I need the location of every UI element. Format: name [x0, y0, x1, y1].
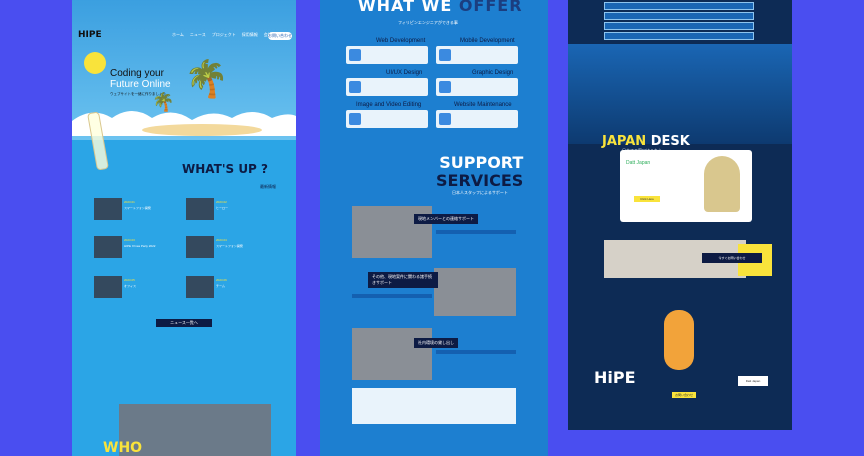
- news-title: チーム: [216, 284, 225, 288]
- service-title: Mobile Development: [460, 38, 515, 44]
- nav-item-recruit[interactable]: 採用情報: [242, 32, 258, 38]
- maintenance-icon: [439, 113, 451, 125]
- clouds: [72, 111, 296, 136]
- support-line2: SERVICES: [436, 171, 524, 190]
- service-card: [436, 46, 518, 64]
- services-panel: WHAT WE OFFER フィリピンエンジニアができる事 Web Develo…: [320, 0, 548, 456]
- nav-item-news[interactable]: ニュース: [190, 32, 206, 38]
- japan-desk-panel: JAPAN DESK 日本での窓口はこちら Datt Japan Click H…: [568, 0, 792, 430]
- japan-prefix: JAPAN: [602, 134, 647, 149]
- offer-highlight: OFFER: [458, 0, 523, 15]
- news-date: 2023.04: [216, 238, 227, 242]
- news-thumbnail: [186, 236, 214, 258]
- news-item[interactable]: 2023.03 HIPE X'mas Party 2022: [94, 236, 179, 264]
- support-label: 現地メンバーとの連絡サポート: [414, 214, 478, 224]
- news-item[interactable]: 2023.01 スマートフォン開発: [94, 198, 179, 226]
- web-icon: [349, 49, 361, 61]
- footer-partner-logo[interactable]: Datt Japan: [738, 376, 768, 386]
- news-thumbnail: [186, 276, 214, 298]
- who-heading: WHO: [103, 440, 143, 456]
- news-title: ヒーロー: [216, 206, 229, 210]
- contact-now-button[interactable]: 今すぐお問い合わせ: [702, 253, 762, 263]
- news-item[interactable]: 2023.05 オフィス: [94, 276, 179, 304]
- news-thumbnail: [186, 198, 214, 220]
- support-description: [436, 230, 516, 234]
- news-item[interactable]: 2023.02 ヒーロー: [186, 198, 271, 226]
- support-subheading: 日本人スタッフによるサポート: [452, 190, 508, 195]
- underwater-scene: [568, 44, 792, 144]
- japan-desk-heading: JAPAN DESK: [602, 134, 690, 149]
- support-photo: [352, 328, 432, 380]
- support-summary: [352, 388, 516, 424]
- support-label: 社内環境の貸し出し: [414, 338, 458, 348]
- hero-title: Coding your Future Online: [110, 68, 171, 90]
- service-card: [436, 110, 518, 128]
- support-line1: SUPPORT: [439, 153, 524, 172]
- sun-icon: [84, 52, 106, 74]
- top-nav: HIPE ホーム ニュース プロジェクト 採用情報 会社概要 お問い合わせ: [72, 30, 296, 42]
- service-title: Web Development: [376, 38, 426, 44]
- faq-item[interactable]: [604, 2, 754, 10]
- design-icon: [349, 81, 361, 93]
- japan-suffix: DESK: [646, 134, 690, 149]
- faq-item[interactable]: [604, 22, 754, 30]
- offer-subheading: フィリピンエンジニアができる事: [398, 20, 458, 25]
- news-item[interactable]: 2023.06 チーム: [186, 276, 271, 304]
- nav-links: ホーム ニュース プロジェクト 採用情報 会社概要: [172, 32, 280, 38]
- faq-item[interactable]: [604, 12, 754, 20]
- news-date: 2023.06: [216, 278, 227, 282]
- hero-title-line1: Coding your: [110, 68, 164, 79]
- news-date: 2023.05: [124, 278, 135, 282]
- nav-item-home[interactable]: ホーム: [172, 32, 184, 38]
- video-icon: [349, 113, 361, 125]
- support-photo: [434, 268, 516, 316]
- service-card: [346, 78, 428, 96]
- news-title: スマートフォン開発: [216, 244, 243, 248]
- news-date: 2023.03: [124, 238, 135, 242]
- support-heading: SUPPORT SERVICES: [436, 154, 523, 190]
- support-description: [352, 294, 432, 298]
- hero-section: Coding your Future Online ウェブサイトを一緒に作りまし…: [72, 0, 296, 140]
- news-more-button[interactable]: ニュース一覧へ: [156, 319, 212, 327]
- news-thumbnail: [94, 198, 122, 220]
- service-title: Website Maintenance: [454, 102, 512, 108]
- whats-up-subheading: 最新情報: [260, 184, 276, 189]
- service-card: [346, 110, 428, 128]
- faq-item[interactable]: [604, 32, 754, 40]
- news-title: オフィス: [124, 284, 136, 288]
- service-title: Image and Video Editing: [356, 102, 422, 108]
- contact-button[interactable]: お問い合わせ: [268, 32, 292, 40]
- footer-contact-button[interactable]: お問い合わせ: [672, 392, 696, 398]
- offer-heading: WHAT WE OFFER: [358, 0, 523, 15]
- news-thumbnail: [94, 276, 122, 298]
- mobile-icon: [439, 49, 451, 61]
- news-date: 2023.01: [124, 200, 135, 204]
- nav-item-projects[interactable]: プロジェクト: [212, 32, 236, 38]
- hero-title-line2: Future Online: [110, 79, 171, 90]
- service-title: Graphic Design: [472, 70, 514, 76]
- palm-tree-icon: 🌴: [184, 58, 229, 99]
- card-button[interactable]: Click Here: [634, 196, 660, 202]
- service-card: [346, 46, 428, 64]
- service-card: [436, 78, 518, 96]
- diver-illustration: [664, 310, 694, 370]
- graphic-icon: [439, 81, 451, 93]
- news-title: HIPE X'mas Party 2022: [124, 244, 156, 248]
- news-date: 2023.02: [216, 200, 227, 204]
- news-title: スマートフォン開発: [124, 206, 151, 210]
- news-item[interactable]: 2023.04 スマートフォン開発: [186, 236, 271, 264]
- homepage-panel: Coding your Future Online ウェブサイトを一緒に作りまし…: [72, 0, 296, 456]
- support-description: [436, 350, 516, 354]
- representative-photo: [704, 156, 740, 212]
- offer-prefix: WHAT WE: [358, 0, 459, 15]
- news-thumbnail: [94, 236, 122, 258]
- datt-japan-logo: Datt Japan: [626, 160, 651, 166]
- support-label: その他、現地案件に関わる諸手続きサポート: [368, 272, 438, 288]
- whats-up-heading: WHAT'S UP ?: [182, 162, 268, 176]
- service-title: UI/UX Design: [386, 70, 423, 76]
- hipe-logo[interactable]: HIPE: [78, 30, 102, 40]
- datt-japan-card: Datt Japan Click Here: [620, 150, 752, 222]
- footer-logo[interactable]: HiPE: [594, 368, 636, 387]
